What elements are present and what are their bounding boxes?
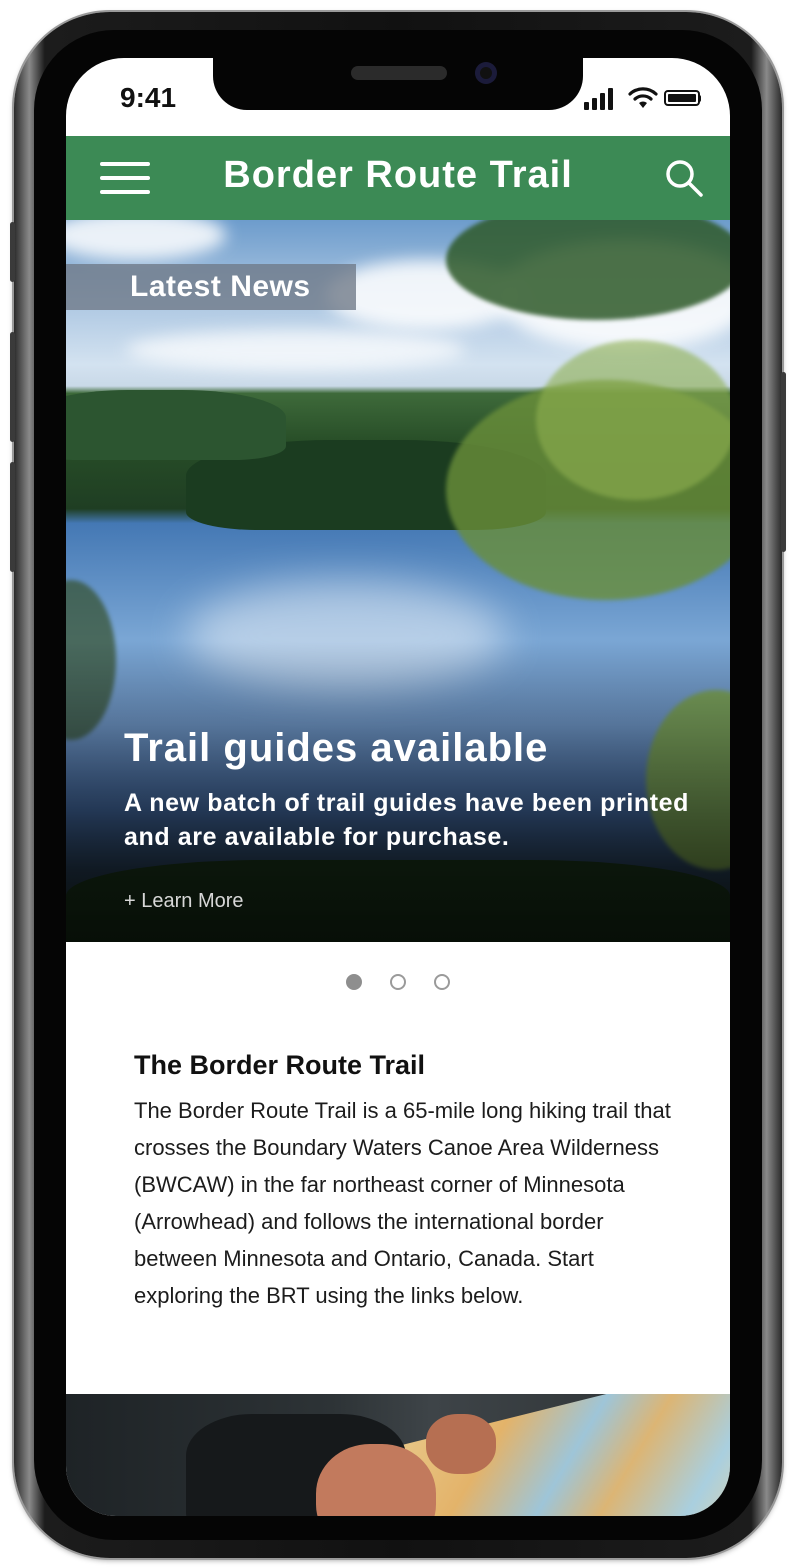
intro-paragraph: The Border Route Trail is a 65-mile long… — [134, 1098, 671, 1308]
wifi-icon — [628, 87, 658, 108]
phone-notch — [213, 58, 583, 110]
front-camera — [475, 62, 497, 84]
volume-down-button — [10, 462, 15, 572]
battery-icon — [660, 86, 701, 110]
status-icons — [584, 86, 704, 110]
slide-title: Trail guides available — [124, 726, 549, 770]
phone-screen: 9:41 Border Route Trail Latest News Trai… — [66, 58, 730, 1516]
latest-news-label: Latest News — [130, 270, 311, 303]
volume-up-button — [10, 332, 15, 442]
carousel-dot-2[interactable] — [390, 974, 406, 990]
slide-description: A new batch of trail guides have been pr… — [124, 789, 690, 851]
intro-heading: The Border Route Trail — [134, 1050, 426, 1080]
latest-news-tag: Latest News — [66, 264, 356, 310]
carousel-dot-3[interactable] — [434, 974, 450, 990]
app-title: Border Route Trail — [223, 154, 573, 196]
mute-switch — [10, 222, 15, 282]
carousel-dot-1[interactable] — [346, 974, 362, 990]
cellular-signal-icon — [584, 86, 618, 110]
learn-more-link[interactable]: + Learn More — [124, 890, 244, 913]
news-carousel-slide[interactable]: Latest News Trail guides available A new… — [66, 220, 730, 942]
power-button — [781, 372, 786, 552]
status-time: 9:41 — [120, 82, 177, 113]
earpiece-speaker — [351, 66, 447, 80]
map-reading-image[interactable] — [66, 1394, 730, 1516]
app-header: Border Route Trail — [66, 136, 730, 220]
search-icon[interactable] — [664, 158, 704, 198]
carousel-pagination — [66, 974, 730, 998]
